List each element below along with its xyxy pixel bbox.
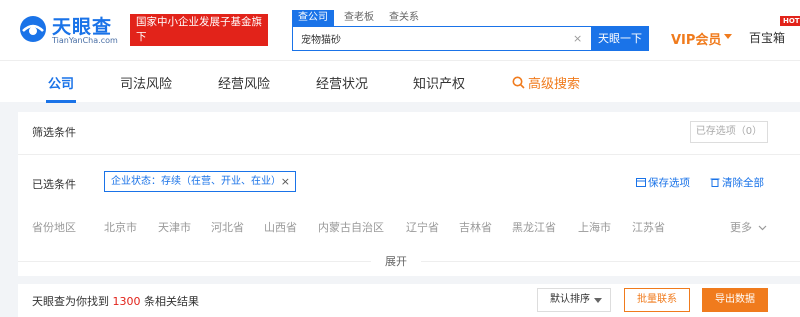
nav-company[interactable]: 公司 — [48, 73, 74, 92]
banner-line-2: 官方备案企业征信机构 — [136, 46, 241, 58]
province-option[interactable]: 北京市 — [104, 219, 137, 235]
search-input[interactable] — [293, 27, 563, 50]
province-option[interactable]: 内蒙古自治区 — [318, 219, 384, 235]
caret-down-icon — [594, 298, 602, 303]
filter-panel: 筛选条件 已存选项（0） 已选条件 企业状态：存续（在营、开业、在业） × 保存… — [18, 112, 800, 276]
filter-title: 筛选条件 — [32, 126, 76, 139]
vip-member-link[interactable]: VIP会员 — [671, 29, 721, 48]
advanced-search-label: 高级搜索 — [528, 77, 581, 92]
nav-ip[interactable]: 知识产权 — [413, 73, 465, 92]
result-prefix: 天眼查为你找到 — [32, 295, 109, 308]
expand-filters-button[interactable]: 展开 — [371, 252, 421, 272]
filter-tag-label: 企业状态：存续（在营、开业、在业） — [111, 176, 281, 187]
chevron-down-icon — [758, 225, 766, 231]
province-option[interactable]: 辽宁省 — [406, 219, 439, 235]
result-count: 1300 — [112, 295, 141, 308]
batch-contact-button[interactable]: 批量联系 — [624, 288, 690, 312]
top-header: 天眼查 TianYanCha.com 国家中小企业发展子基金旗下 官方备案企业征… — [0, 0, 800, 60]
more-label: 更多 — [730, 221, 752, 234]
province-option[interactable]: 江苏省 — [632, 219, 665, 235]
search-icon — [512, 76, 525, 89]
province-option[interactable]: 上海市 — [578, 219, 611, 235]
saved-options-button[interactable]: 已存选项（0） — [690, 121, 768, 143]
main-nav: 公司 司法风险 经营风险 经营状况 知识产权 高级搜索 — [0, 60, 800, 103]
clear-all-link[interactable]: 清除全部 — [710, 175, 764, 190]
tab-relation[interactable]: 查关系 — [389, 10, 419, 26]
caret-down-icon — [724, 34, 732, 39]
tab-boss[interactable]: 查老板 — [344, 10, 374, 26]
province-option[interactable]: 黑龙江省 — [512, 219, 556, 235]
sort-label: 默认排序 — [550, 294, 590, 305]
province-label: 省份地区 — [32, 221, 76, 234]
result-bar: 天眼查为你找到 1300 条相关结果 默认排序 批量联系 导出数据 — [18, 284, 800, 317]
more-provinces-button[interactable]: 更多 — [730, 219, 767, 235]
divider — [18, 154, 800, 155]
official-banner: 国家中小企业发展子基金旗下 官方备案企业征信机构 — [130, 14, 268, 58]
clear-search-icon[interactable]: × — [573, 32, 582, 45]
save-options-link[interactable]: 保存选项 — [636, 175, 690, 190]
active-tab-underline — [46, 100, 76, 103]
province-option[interactable]: 河北省 — [211, 219, 244, 235]
search-button[interactable]: 天眼一下 — [591, 26, 649, 51]
logo-subtitle: TianYanCha.com — [52, 36, 118, 45]
clear-all-label: 清除全部 — [722, 177, 764, 189]
sort-dropdown[interactable]: 默认排序 — [537, 288, 611, 312]
filter-tag[interactable]: 企业状态：存续（在营、开业、在业） × — [104, 171, 296, 192]
logo-text: 天眼查 — [52, 16, 113, 38]
selected-conditions-label: 已选条件 — [32, 178, 76, 191]
calendar-icon — [636, 178, 646, 187]
logo[interactable]: 天眼查 TianYanCha.com — [18, 12, 123, 48]
save-options-label: 保存选项 — [648, 177, 690, 189]
province-option[interactable]: 吉林省 — [459, 219, 492, 235]
search-box: × — [292, 26, 592, 51]
nav-judicial-risk[interactable]: 司法风险 — [120, 73, 172, 92]
nav-business-status[interactable]: 经营状况 — [316, 73, 368, 92]
nav-business-risk[interactable]: 经营风险 — [218, 73, 270, 92]
result-suffix: 条相关结果 — [144, 295, 199, 308]
trash-icon — [710, 178, 720, 187]
hot-badge: HOT — [780, 16, 800, 26]
logo-icon — [20, 16, 46, 42]
close-icon[interactable]: × — [281, 172, 290, 191]
province-option[interactable]: 天津市 — [158, 219, 191, 235]
banner-line-1: 国家中小企业发展子基金旗下 — [136, 16, 262, 43]
nav-advanced-search[interactable]: 高级搜索 — [512, 73, 580, 92]
toolbox-link[interactable]: 百宝箱 — [749, 29, 785, 46]
tab-company[interactable]: 查公司 — [292, 10, 334, 26]
province-option[interactable]: 山西省 — [264, 219, 297, 235]
result-summary: 天眼查为你找到 1300 条相关结果 — [32, 293, 199, 309]
export-data-button[interactable]: 导出数据 — [702, 288, 768, 312]
